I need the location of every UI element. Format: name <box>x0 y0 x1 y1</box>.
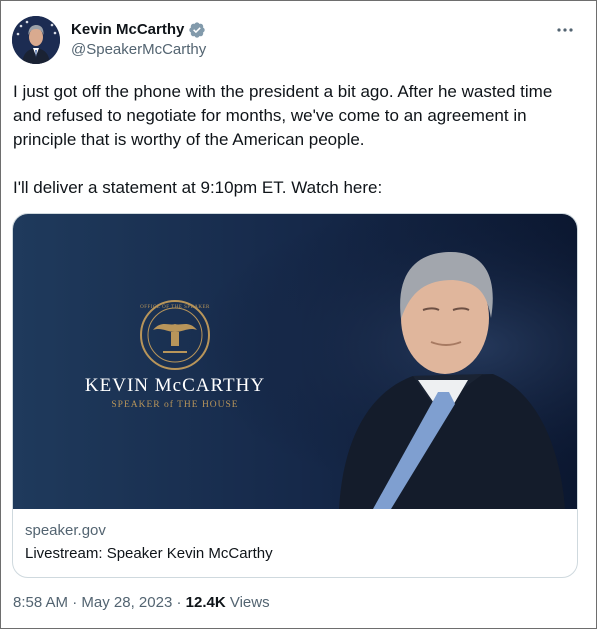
card-image-name: KEVIN McCARTHY <box>85 375 265 396</box>
author-handle[interactable]: @SpeakerMcCarthy <box>71 41 206 59</box>
views-count[interactable]: 12.4K <box>186 594 226 611</box>
seal-text: OFFICE OF THE SPEAKER <box>140 305 210 310</box>
author-avatar[interactable] <box>12 16 60 64</box>
link-card[interactable]: OFFICE OF THE SPEAKER KEVIN McCARTHY SPE… <box>12 213 578 578</box>
verified-badge-icon[interactable] <box>188 21 206 39</box>
views-label: Views <box>229 594 270 611</box>
author-display-name[interactable]: Kevin McCarthy <box>71 21 184 39</box>
card-title[interactable]: Livestream: Speaker Kevin McCarthy <box>25 544 565 564</box>
meta-separator: · <box>176 594 182 611</box>
tweet-text: I just got off the phone with the presid… <box>13 82 553 197</box>
author-name-row: Kevin McCarthy <box>71 21 206 39</box>
card-text: speaker.gov Livestream: Speaker Kevin Mc… <box>25 521 565 564</box>
card-image-subtitle: SPEAKER of THE HOUSE <box>111 399 238 410</box>
person-portrait-avatar-icon <box>12 16 60 64</box>
tweet-time[interactable]: 8:58 AM <box>13 594 68 611</box>
tweet-meta: 8:58 AM · May 28, 2023 · 12.4K Views <box>13 594 270 612</box>
tweet-container: Kevin McCarthy @SpeakerMcCarthy I just g… <box>0 0 597 629</box>
tweet-date[interactable]: May 28, 2023 <box>81 594 172 611</box>
more-horizontal-icon[interactable] <box>556 21 574 39</box>
meta-separator: · <box>72 594 78 611</box>
card-domain[interactable]: speaker.gov <box>25 521 565 541</box>
card-image: OFFICE OF THE SPEAKER KEVIN McCARTHY SPE… <box>13 214 577 509</box>
